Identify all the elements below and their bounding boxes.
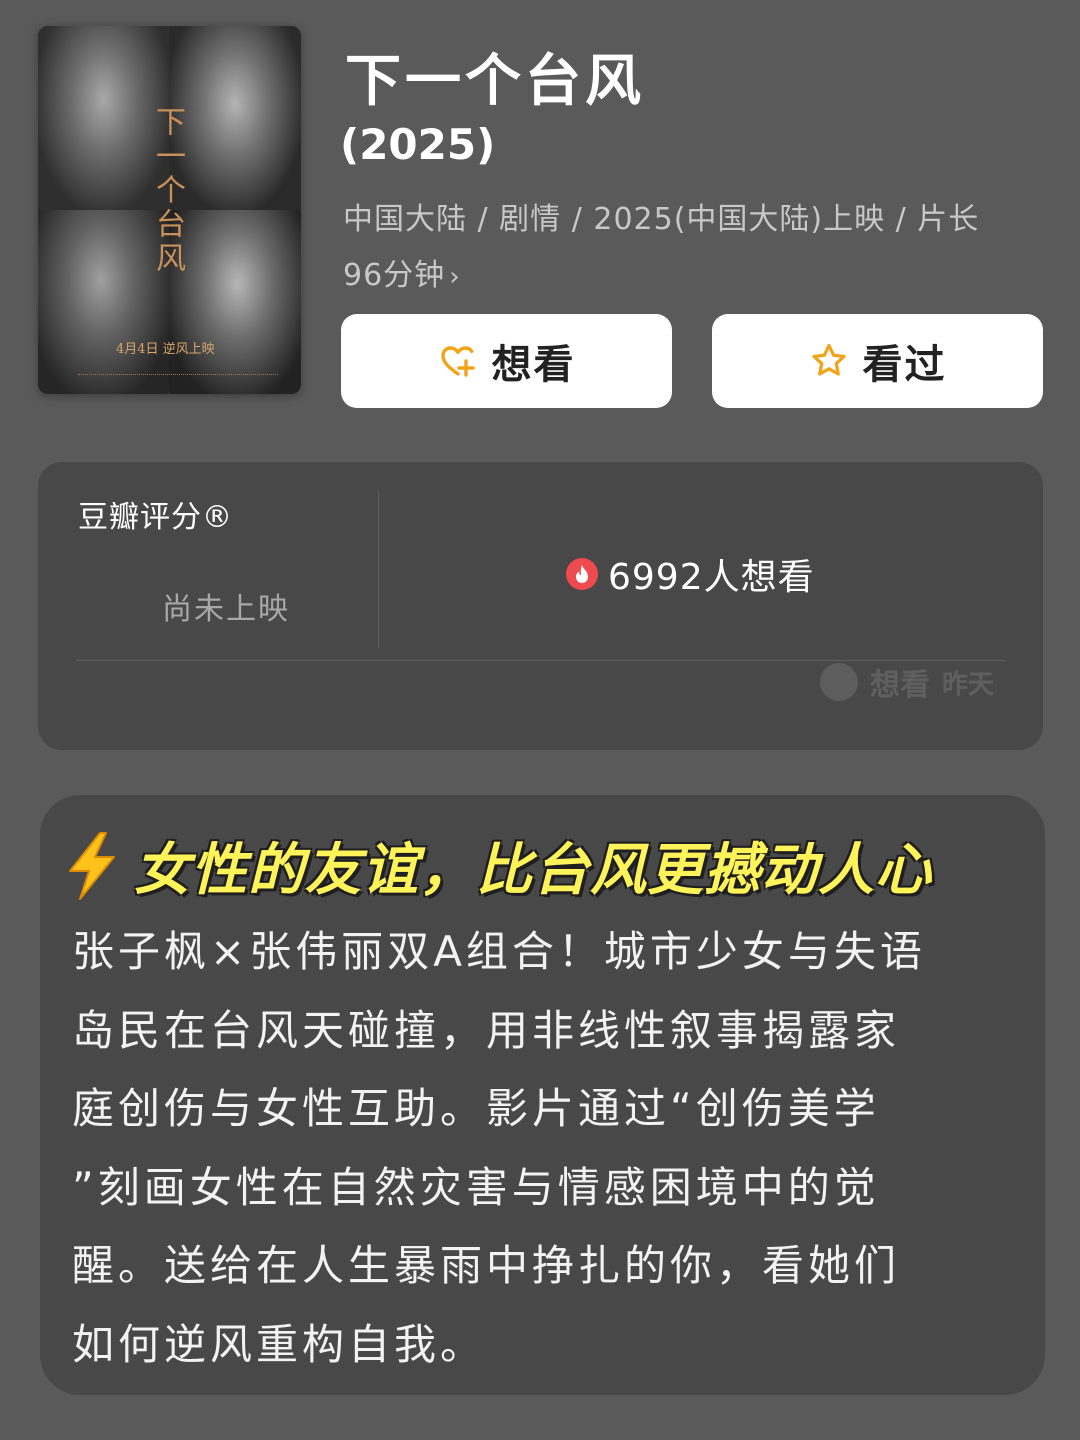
want-count-text: 6992人想看 xyxy=(608,557,815,598)
movie-meta[interactable]: 中国大陆 / 剧情 / 2025(中国大陆)上映 / 片长 96分钟 › xyxy=(343,192,1043,305)
movie-detail-page: 下一个台风 4月4日 逆风上映 下一个台风 (2025) 中国大陆 / 剧情 /… xyxy=(0,0,1080,1440)
movie-meta-line: 中国大陆 / 剧情 / 2025(中国大陆)上映 / 片长 xyxy=(343,202,980,237)
review-line: ”刻画女性在自然灾害与情感困境中的觉 xyxy=(72,1162,880,1212)
movie-poster[interactable]: 下一个台风 4月4日 逆风上映 xyxy=(38,26,301,394)
poster-credits xyxy=(78,374,278,380)
movie-duration: 96分钟 xyxy=(343,258,446,293)
avatar xyxy=(820,663,858,701)
watched-label: 看过 xyxy=(862,342,947,388)
want-to-watch-label: 想看 xyxy=(491,342,576,388)
movie-title: 下一个台风 xyxy=(345,49,645,114)
rating-card: 豆瓣评分® 尚未上映 6992人想看 想看 昨天 xyxy=(38,462,1043,750)
rating-status: 尚未上映 xyxy=(162,592,290,627)
review-line: 庭创伤与女性互助。影片通过“创伤美学 xyxy=(72,1084,880,1133)
star-outline-icon xyxy=(811,343,846,376)
movie-year: (2025) xyxy=(340,120,496,169)
rating-title: 豆瓣评分® xyxy=(78,500,233,535)
review-line: 张子枫×张伟丽双A组合！城市少女与失语 xyxy=(72,927,926,976)
chevron-right-icon: › xyxy=(449,262,461,292)
watched-button[interactable]: 看过 xyxy=(712,314,1043,408)
want-to-watch-button[interactable]: 想看 xyxy=(341,314,672,408)
review-body: 张子枫×张伟丽双A组合！城市少女与失语 岛民在台风天碰撞，用非线性叙事揭露家 庭… xyxy=(72,913,1022,1384)
poster-title: 下一个台风 xyxy=(150,106,185,276)
movie-meta-line: 96分钟 › xyxy=(343,248,1043,305)
fire-icon xyxy=(566,558,598,590)
recent-activity-label: 想看 xyxy=(870,668,930,703)
review-headline: 女性的友谊，比台风更撼动人心 xyxy=(62,825,932,906)
review-headline-text: 女性的友谊，比台风更撼动人心 xyxy=(134,838,932,903)
review-line: 如何逆风重构自我。 xyxy=(72,1319,487,1369)
recent-activity: 想看 昨天 xyxy=(820,660,1020,704)
lightning-bolt-icon xyxy=(69,831,115,900)
divider xyxy=(378,490,379,648)
review-line: 醒。送给在人生暴雨中挣扎的你，看她们 xyxy=(72,1241,901,1290)
recent-activity-time: 昨天 xyxy=(942,669,995,700)
review-card: 女性的友谊，比台风更撼动人心 张子枫×张伟丽双A组合！城市少女与失语 岛民在台风… xyxy=(40,795,1045,1395)
heart-plus-icon xyxy=(440,346,475,377)
poster-release-note: 4月4日 逆风上映 xyxy=(116,342,215,357)
want-count[interactable]: 6992人想看 xyxy=(566,548,815,600)
review-line: 岛民在台风天碰撞，用非线性叙事揭露家 xyxy=(72,1005,901,1055)
